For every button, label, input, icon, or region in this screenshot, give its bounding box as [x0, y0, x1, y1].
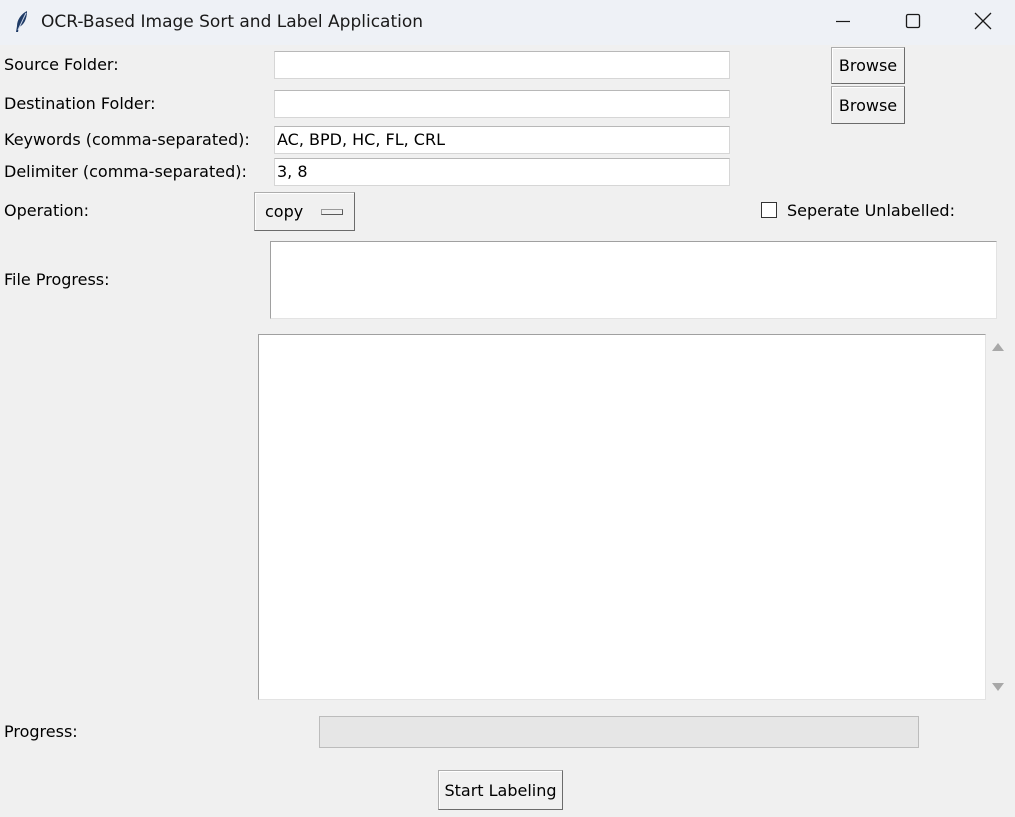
close-button[interactable]	[948, 0, 1015, 45]
delimiter-input[interactable]: 3, 8	[274, 158, 730, 186]
delimiter-label: Delimiter (comma-separated):	[4, 162, 247, 181]
scroll-up-icon[interactable]	[992, 343, 1004, 351]
separate-unlabelled-label[interactable]: Seperate Unlabelled:	[787, 201, 955, 220]
progress-label: Progress:	[4, 722, 78, 741]
file-progress-textbox[interactable]	[270, 241, 997, 319]
minimize-icon	[835, 13, 851, 33]
file-progress-label: File Progress:	[4, 270, 110, 289]
maximize-icon	[905, 13, 921, 33]
scroll-down-icon[interactable]	[992, 683, 1004, 691]
maximize-button[interactable]	[878, 0, 948, 45]
operation-selected-value: copy	[265, 202, 304, 221]
destination-browse-button[interactable]: Browse	[831, 86, 905, 124]
log-textarea[interactable]	[258, 334, 986, 700]
progress-bar	[319, 716, 919, 748]
app-window: OCR-Based Image Sort and Label Applicati…	[0, 0, 1015, 817]
destination-folder-label: Destination Folder:	[4, 94, 156, 113]
operation-label: Operation:	[4, 201, 90, 220]
destination-folder-input[interactable]	[274, 90, 730, 118]
minimize-button[interactable]	[808, 0, 878, 45]
close-icon	[974, 12, 992, 34]
dropdown-indicator-icon	[321, 209, 343, 215]
title-bar[interactable]: OCR-Based Image Sort and Label Applicati…	[0, 0, 1015, 45]
source-browse-button[interactable]: Browse	[831, 47, 905, 84]
log-scrollbar[interactable]	[986, 334, 1010, 700]
start-labeling-button[interactable]: Start Labeling	[438, 770, 563, 810]
source-folder-label: Source Folder:	[4, 55, 119, 74]
operation-select[interactable]: copy	[254, 192, 355, 231]
window-title: OCR-Based Image Sort and Label Applicati…	[41, 12, 424, 32]
feather-icon	[12, 10, 32, 34]
source-folder-input[interactable]	[274, 51, 730, 79]
keywords-label: Keywords (comma-separated):	[4, 130, 250, 149]
keywords-input[interactable]: AC, BPD, HC, FL, CRL	[274, 126, 730, 154]
separate-unlabelled-checkbox[interactable]	[761, 202, 777, 218]
